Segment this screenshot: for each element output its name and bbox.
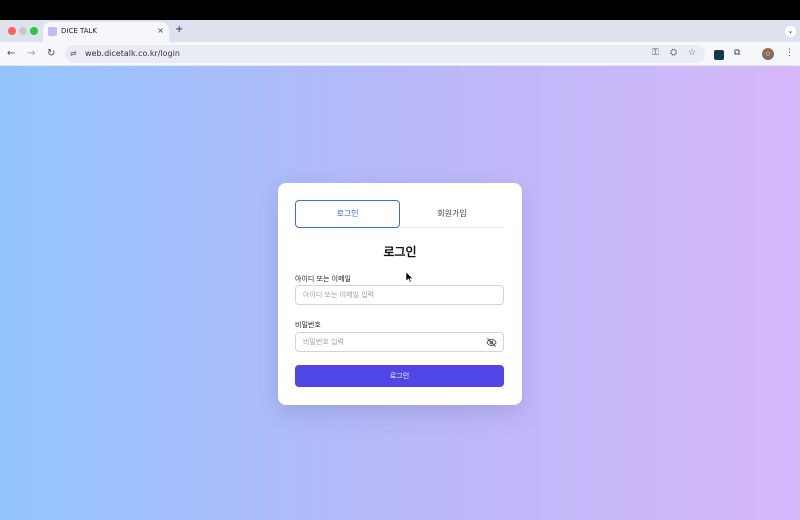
site-info-icon[interactable]: ⇌ <box>70 49 77 58</box>
login-card: 로그인 회원가입 로그인 아이디 또는 이메일 비밀번호 로그인 <box>278 183 522 405</box>
translate-icon[interactable]: ⛭ <box>670 48 677 58</box>
reload-button[interactable]: ↻ <box>47 47 55 61</box>
back-button[interactable]: ← <box>7 47 15 61</box>
system-top-bar <box>0 0 800 20</box>
minimize-window-button[interactable] <box>19 27 27 35</box>
mouse-cursor-icon <box>406 272 414 283</box>
browser-menu-icon[interactable]: ⋮ <box>785 48 794 58</box>
page-title: 로그인 <box>383 245 417 259</box>
dice-favicon-icon <box>48 27 57 36</box>
password-field-label: 비밀번호 <box>295 321 321 329</box>
bookmark-star-icon[interactable]: ☆ <box>688 48 696 58</box>
close-window-button[interactable] <box>8 27 16 35</box>
url-text[interactable]: web.dicetalk.co.kr/login <box>85 49 180 58</box>
profile-avatar[interactable]: ○ <box>762 48 774 60</box>
tab-title: DICE TALK <box>61 27 98 35</box>
tab-signup[interactable]: 회원가입 <box>400 200 504 228</box>
maximize-window-button[interactable] <box>30 27 38 35</box>
forward-button[interactable]: → <box>27 47 35 61</box>
tab-close-icon[interactable]: × <box>157 26 164 35</box>
tab-search-button[interactable]: ⌄ <box>785 26 796 37</box>
tab-login[interactable]: 로그인 <box>295 200 400 228</box>
password-input[interactable] <box>295 332 504 352</box>
eye-off-icon[interactable] <box>486 337 497 348</box>
password-key-icon[interactable]: ⚿ <box>652 48 659 58</box>
browser-tab[interactable]: DICE TALK × <box>43 22 169 42</box>
extensions-puzzle-icon[interactable]: ⧉ <box>734 48 740 58</box>
new-tab-button[interactable]: + <box>175 24 183 35</box>
login-submit-button[interactable]: 로그인 <box>295 365 504 387</box>
login-page-background: 로그인 회원가입 로그인 아이디 또는 이메일 비밀번호 로그인 <box>0 66 800 520</box>
extension-icon[interactable] <box>714 50 724 60</box>
id-input[interactable] <box>295 285 504 305</box>
tab-divider <box>400 227 504 228</box>
id-field-label: 아이디 또는 이메일 <box>295 275 351 283</box>
